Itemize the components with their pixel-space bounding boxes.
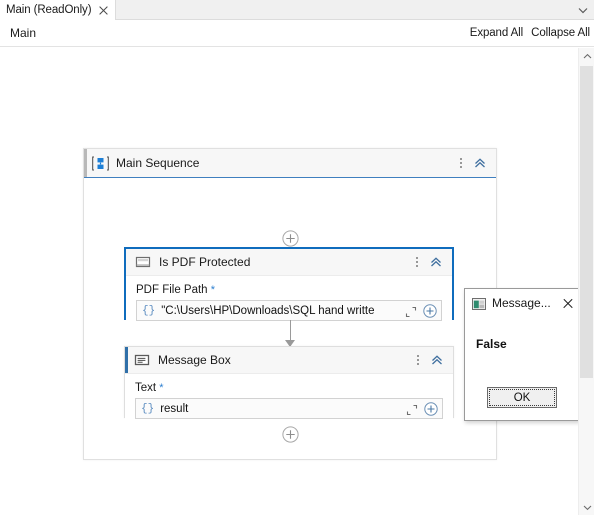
expression-prefix-icon: {} (142, 304, 156, 317)
double-chevron-up-icon[interactable] (429, 255, 443, 269)
add-activity-icon-bottom[interactable] (282, 426, 299, 443)
ok-button-label: OK (489, 389, 555, 406)
dialog-titlebar[interactable]: Message... (465, 289, 578, 317)
add-value-icon[interactable] (423, 303, 437, 318)
activity-body: Text * {} result (125, 374, 453, 429)
scroll-thumb[interactable] (580, 66, 593, 378)
open-expression-editor-icon[interactable] (405, 305, 417, 317)
chevron-down-icon[interactable] (576, 4, 590, 16)
vertical-scrollbar[interactable] (578, 48, 594, 515)
kebab-menu-icon[interactable] (459, 156, 463, 170)
activity-actions (415, 255, 452, 269)
pdf-file-path-value: "C:\Users\HP\Downloads\SQL hand writte (161, 304, 375, 317)
field-label-text-value: Text (135, 382, 157, 394)
required-marker: * (159, 382, 164, 394)
add-activity-icon-top[interactable] (282, 230, 299, 247)
breadcrumb[interactable]: Main (10, 26, 36, 40)
sequence-icon (92, 155, 109, 172)
double-chevron-up-icon[interactable] (430, 353, 444, 367)
activity-actions (416, 353, 453, 367)
message-text-input[interactable]: {} result (135, 398, 443, 419)
kebab-menu-icon[interactable] (416, 353, 420, 367)
activity-is-pdf-protected[interactable]: Is PDF Protected PDF File Path * {} "C:\… (124, 247, 454, 331)
double-chevron-up-icon[interactable] (473, 156, 487, 170)
close-icon[interactable] (562, 297, 574, 309)
dialog-message: False (476, 337, 507, 351)
chevron-down-icon[interactable] (579, 499, 594, 515)
activity-header[interactable]: Message Box (125, 347, 453, 374)
activity-title: Is PDF Protected (159, 255, 251, 269)
activity-message-box[interactable]: Message Box Text * {} result (124, 346, 454, 429)
expression-prefix-icon: {} (141, 402, 155, 415)
dialog-footer: OK (465, 387, 578, 408)
tab-main-readonly[interactable]: Main (ReadOnly) (0, 0, 117, 20)
designer-canvas[interactable]: Main Sequence Is PDF Protected PDF File … (0, 48, 578, 515)
message-box-icon (134, 352, 150, 368)
app-window-icon (472, 297, 486, 310)
ok-button[interactable]: OK (487, 387, 557, 408)
main-sequence-header[interactable]: Main Sequence (84, 149, 496, 178)
pdf-file-path-input[interactable]: {} "C:\Users\HP\Downloads\SQL hand writt… (136, 300, 442, 321)
field-label-pdf-file-path: PDF File Path * (136, 284, 442, 296)
activity-title: Message Box (158, 353, 231, 367)
expand-all-button[interactable]: Expand All (470, 27, 523, 39)
collapse-all-button[interactable]: Collapse All (531, 27, 590, 39)
required-marker: * (210, 284, 216, 296)
command-bar: Main Expand All Collapse All (0, 20, 594, 47)
close-icon[interactable] (98, 5, 109, 16)
activity-icon (135, 254, 151, 270)
kebab-menu-icon[interactable] (415, 255, 419, 269)
main-sequence-body: Is PDF Protected PDF File Path * {} "C:\… (84, 178, 496, 459)
open-expression-editor-icon[interactable] (406, 403, 418, 415)
command-bar-actions: Expand All Collapse All (470, 27, 590, 39)
field-label-text: Text * (135, 382, 443, 394)
main-sequence-actions (459, 156, 496, 170)
dialog-title: Message... (492, 296, 551, 310)
app-root: Main (ReadOnly) Main Expand All Collapse… (0, 0, 594, 515)
chevron-up-icon[interactable] (579, 48, 594, 64)
tab-label: Main (ReadOnly) (6, 4, 92, 16)
main-sequence-container[interactable]: Main Sequence Is PDF Protected PDF File … (83, 148, 497, 460)
connector-arrow (285, 320, 296, 347)
tab-strip: Main (ReadOnly) (0, 0, 594, 20)
main-sequence-title: Main Sequence (116, 156, 200, 170)
field-label-text: PDF File Path (136, 284, 208, 296)
message-text-value: result (160, 402, 189, 415)
message-dialog[interactable]: Message... False OK (464, 288, 578, 421)
add-value-icon[interactable] (424, 401, 438, 416)
activity-header[interactable]: Is PDF Protected (126, 249, 452, 276)
